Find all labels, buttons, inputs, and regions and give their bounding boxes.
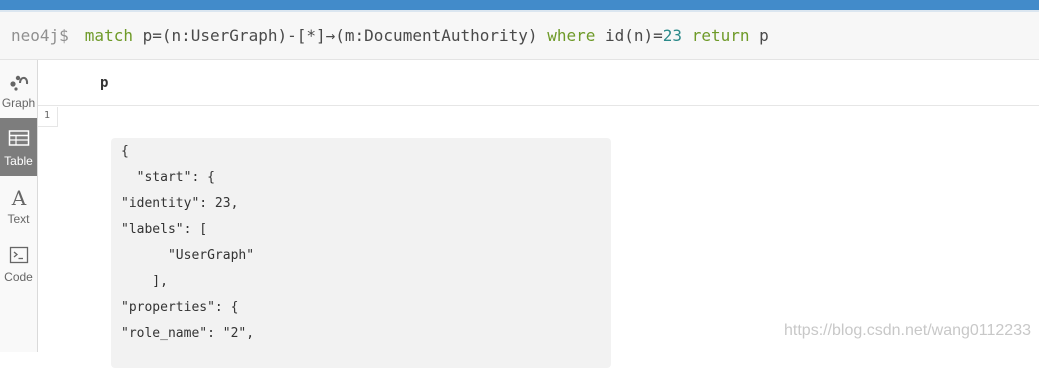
json-line: "labels": [ (121, 222, 208, 237)
json-line: "identity": 23, (121, 196, 239, 211)
query-text[interactable]: match p=(n:UserGraph)-[*]→(m:DocumentAut… (85, 26, 769, 45)
view-tab-text[interactable]: A Text (0, 176, 37, 234)
query-token-num: 23 (662, 26, 683, 45)
watermark: https://blog.csdn.net/wang0112233 (784, 322, 1031, 339)
json-line: "properties": { (121, 300, 239, 315)
top-accent-bar (0, 0, 1039, 10)
query-prompt: neo4j$ (11, 26, 69, 45)
query-token-kw: where (547, 26, 596, 45)
json-line: "start": { (121, 170, 215, 185)
table-icon (8, 130, 30, 146)
json-line: "role_name": "2", (121, 326, 255, 341)
query-token-plain: p=(n:UserGraph)-[*]→(m:DocumentAuthority… (132, 26, 548, 45)
view-tab-graph[interactable]: Graph (0, 60, 37, 118)
json-cell: { "start": { "identity": 23, "labels": [… (111, 138, 611, 368)
query-token-plain (682, 26, 692, 45)
json-line: "UserGraph" (121, 248, 255, 263)
view-tab-label: Table (4, 154, 33, 168)
view-tab-code[interactable]: Code (0, 234, 37, 292)
query-token-kw: match (84, 26, 133, 45)
result-table: p 1 { "start": { "identity": 23, "labels… (38, 60, 1039, 368)
code-icon (9, 246, 29, 264)
view-tab-label: Code (4, 270, 33, 284)
svg-text:A: A (11, 186, 27, 210)
row-number: 1 (38, 107, 58, 127)
column-header-label: p (100, 75, 109, 91)
result-view-sidebar: Graph Table A Text Code (0, 60, 38, 352)
column-header: p (38, 60, 1039, 106)
view-tab-table[interactable]: Table (0, 118, 37, 176)
json-line: { (121, 144, 129, 159)
graph-icon (10, 75, 29, 91)
text-icon: A (11, 186, 27, 210)
view-tab-label: Text (7, 212, 30, 226)
query-token-kw: return (691, 26, 750, 45)
view-tab-label: Graph (1, 96, 36, 110)
query-editor[interactable]: neo4j$ match p=(n:UserGraph)-[*]→(m:Docum… (0, 12, 1039, 60)
query-token-plain: id(n)= (595, 26, 663, 45)
query-token-plain: p (749, 26, 769, 45)
json-line: ], (121, 274, 168, 289)
